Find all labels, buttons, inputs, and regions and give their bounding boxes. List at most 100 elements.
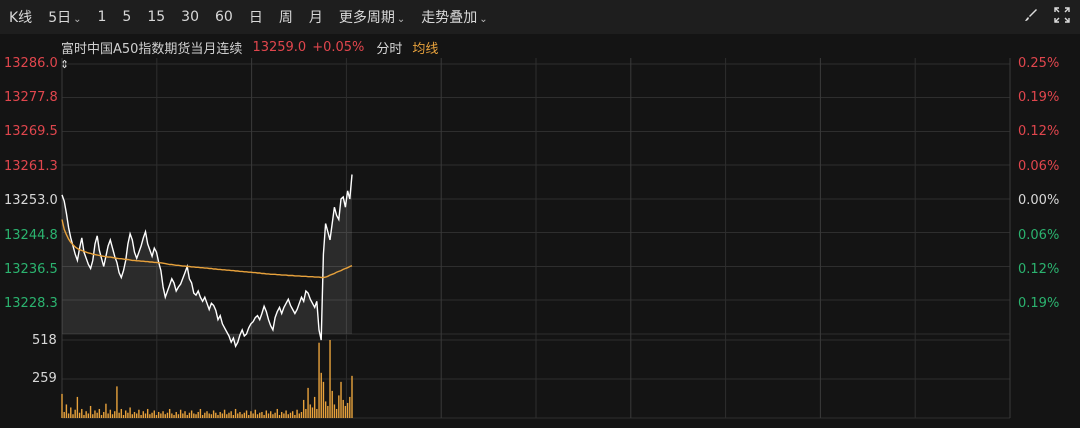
volume-bar	[313, 396, 316, 418]
volume-bar	[210, 414, 213, 418]
volume-bar	[109, 409, 112, 418]
volume-bar	[118, 412, 120, 418]
volume-bar	[226, 414, 228, 418]
percent-tick-label: 0.00%	[1018, 193, 1060, 208]
price-tick-label: 13286.0	[4, 56, 58, 71]
volume-bar	[151, 412, 153, 418]
volume-bar	[274, 412, 276, 418]
volume-bar	[127, 412, 129, 418]
volume-bar	[245, 410, 248, 418]
volume-bar	[333, 404, 336, 418]
volume-bar	[120, 408, 123, 418]
volume-bar	[131, 414, 134, 418]
volume-bar	[267, 413, 270, 418]
volume-bar	[111, 414, 114, 418]
volume-bar	[140, 414, 142, 418]
price-tick-label: 13244.8	[4, 228, 58, 243]
volume-bar	[217, 414, 219, 418]
volume-bar	[250, 411, 252, 418]
volume-bar	[296, 409, 298, 418]
percent-tick-label: 0.19%	[1018, 90, 1060, 105]
volume-bar	[61, 393, 63, 418]
volume-bar	[179, 409, 182, 418]
volume-bar	[320, 372, 322, 418]
volume-bar	[272, 414, 274, 418]
volume-bar	[182, 413, 184, 418]
volume-bar	[300, 411, 303, 418]
volume-bar	[294, 414, 296, 418]
volume-tick-label: 259	[32, 371, 57, 386]
percent-tick-label: 0.12%	[1018, 124, 1060, 139]
volume-bar	[164, 414, 166, 418]
percent-tick-label: 0.06%	[1018, 228, 1060, 243]
volume-bar	[199, 408, 202, 418]
volume-bar	[190, 410, 193, 418]
volume-bar	[259, 412, 261, 418]
volume-bar	[177, 414, 180, 418]
volume-bar	[287, 414, 289, 418]
volume-bar	[278, 414, 281, 418]
volume-bar	[67, 413, 70, 418]
price-tick-label: 13261.3	[4, 159, 58, 174]
volume-bar	[338, 395, 340, 418]
volume-tick-label: 518	[32, 333, 57, 348]
volume-bar	[212, 410, 215, 418]
volume-bar	[329, 340, 331, 418]
volume-bar	[144, 413, 147, 418]
volume-bar	[173, 414, 175, 418]
volume-bar	[195, 414, 197, 418]
volume-bar	[149, 414, 151, 418]
volume-bar	[335, 408, 338, 418]
volume-bar	[87, 413, 90, 418]
volume-bar	[230, 411, 232, 418]
volume-bar	[228, 412, 230, 418]
volume-bar	[76, 396, 79, 418]
volume-bar	[327, 405, 329, 418]
volume-bar	[280, 411, 283, 418]
volume-bar	[256, 414, 259, 418]
volume-bar	[309, 404, 311, 418]
volume-bar	[283, 413, 285, 418]
percent-tick-label: 0.06%	[1018, 159, 1060, 174]
volume-bar	[349, 396, 351, 418]
volume-bar	[129, 407, 131, 418]
volume-bar	[252, 413, 254, 418]
volume-bar	[318, 342, 320, 418]
volume-bar	[63, 411, 65, 418]
volume-bar	[193, 413, 195, 418]
price-tick-label: 13269.5	[4, 124, 58, 139]
volume-bar	[322, 381, 325, 418]
volume-bar	[98, 408, 101, 418]
volume-bar	[135, 413, 138, 418]
volume-bar	[311, 407, 314, 418]
volume-bar	[171, 413, 173, 418]
volume-bar	[186, 414, 188, 418]
volume-bar	[175, 411, 177, 418]
percent-tick-label: 0.12%	[1018, 262, 1060, 277]
volume-bar	[276, 408, 279, 418]
volume-bar	[188, 412, 191, 418]
intraday-chart[interactable]	[0, 0, 1080, 428]
volume-bar	[261, 411, 263, 418]
volume-bar	[125, 410, 127, 418]
volume-bar	[72, 414, 74, 418]
percent-tick-label: 0.25%	[1018, 56, 1060, 71]
volume-bar	[248, 414, 250, 418]
volume-bar	[70, 407, 72, 418]
volume-bar	[232, 414, 235, 418]
volume-bar	[96, 412, 98, 418]
volume-bar	[291, 411, 294, 418]
volume-bar	[65, 404, 68, 418]
volume-bar	[138, 409, 140, 418]
price-tick-label: 13236.5	[4, 262, 58, 277]
volume-bar	[285, 410, 287, 418]
volume-bar	[307, 387, 309, 418]
volume-bar	[331, 390, 333, 418]
volume-bar	[81, 408, 83, 418]
volume-bar	[208, 413, 210, 418]
volume-bar	[302, 399, 305, 418]
volume-bar	[223, 409, 226, 418]
volume-bar	[100, 414, 103, 418]
volume-bar	[344, 405, 347, 418]
price-tick-label: 13228.3	[4, 296, 58, 311]
